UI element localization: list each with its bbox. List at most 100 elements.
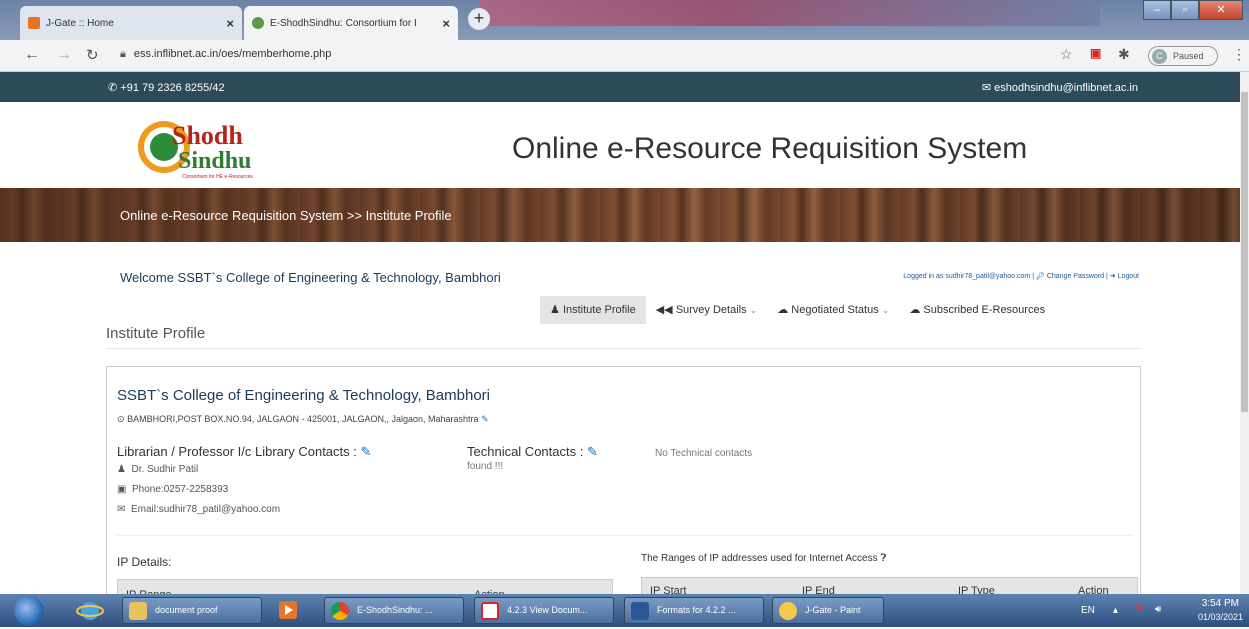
library-contacts-heading: Librarian / Professor I/c Library Contac… [117, 444, 371, 460]
phone-number: +91 79 2326 8255/42 [120, 82, 225, 94]
url-field[interactable]: 🔒︎ ess.inflibnet.ac.in/oes/memberhome.php [120, 48, 331, 61]
clock-time[interactable]: 3:54 PM [1202, 598, 1239, 609]
address-bar: ← → ↻ 🔒︎ ess.inflibnet.ac.in/oes/memberho… [0, 40, 1249, 72]
envelope-icon: ✉ [117, 504, 126, 515]
page-scrollbar[interactable] [1240, 72, 1249, 594]
media-player-icon[interactable] [272, 597, 304, 624]
contact-phone-text: Phone:0257-2258393 [132, 484, 229, 495]
main-menu: ♟ Institute Profile ◀◀ Survey Details ⌄ … [540, 296, 1055, 324]
back-icon[interactable]: ← [24, 46, 40, 64]
system-tray: EN ▴ ⚑ 🔊︎ 3:54 PM 01/03/2021 [1079, 594, 1249, 627]
forward-icon[interactable]: → [56, 46, 72, 64]
change-password-link[interactable]: Change Password [1047, 273, 1104, 280]
envelope-icon: ✉ [981, 82, 992, 94]
menu-label: Subscribed E-Resources [923, 304, 1046, 316]
account-links: Logged in as sudhir78_patil@yahoo.com | … [903, 273, 1139, 280]
bookmark-star-icon[interactable]: ☆ [1060, 46, 1073, 63]
key-icon: 🔑︎ [1035, 273, 1045, 280]
volume-icon[interactable]: 🔊︎ [1155, 604, 1161, 615]
folder-icon [129, 602, 147, 620]
action-center-icon[interactable]: ⚑ [1135, 604, 1144, 615]
url-text: ess.inflibnet.ac.in/oes/memberhome.php [133, 48, 332, 60]
jgate-favicon-icon [28, 17, 40, 29]
window-close-icon[interactable]: ✕ [1199, 0, 1243, 20]
taskbar-item-word[interactable]: Formats for 4.2.2 ... [624, 597, 764, 624]
profile-button[interactable]: C Paused [1148, 46, 1218, 66]
tab-title: J-Gate :: Home [46, 17, 114, 29]
menu-institute-profile[interactable]: ♟ Institute Profile [540, 296, 646, 324]
institute-name: SSBT`s College of Engineering & Technolo… [117, 387, 490, 404]
close-tab-icon[interactable]: × [226, 16, 234, 31]
contact-email: ✉ Email:sudhir78_patil@yahoo.com [117, 504, 280, 515]
menu-subscribed-eresources[interactable]: ☁ Subscribed E-Resources [899, 296, 1055, 324]
ip-ranges-title: The Ranges of IP addresses used for Inte… [641, 553, 878, 564]
scrollbar-thumb[interactable] [1241, 92, 1248, 412]
reload-icon[interactable]: ↻ [86, 46, 99, 64]
chevron-down-icon: ⌄ [881, 305, 890, 315]
survey-icon: ◀◀ [655, 304, 673, 316]
browser-tab-bar: J-Gate :: Home × E-ShodhSindhu: Consorti… [0, 0, 1249, 40]
start-button[interactable] [14, 596, 44, 626]
close-tab-icon[interactable]: × [442, 16, 450, 31]
maximize-icon[interactable]: ▫ [1171, 0, 1199, 20]
show-hidden-icons-icon[interactable]: ▴ [1113, 605, 1118, 616]
menu-label: Survey Details [675, 304, 747, 316]
chevron-down-icon: ⌄ [749, 305, 758, 315]
menu-survey-details[interactable]: ◀◀ Survey Details ⌄ [646, 296, 768, 324]
profile-avatar: C [1152, 49, 1167, 64]
site-header: Shodh Sindhu Consortium for HE e-Resourc… [0, 102, 1240, 188]
breadcrumb-banner: Online e-Resource Requisition System >> … [0, 188, 1240, 242]
word-icon [631, 602, 649, 620]
negotiated-icon: ☁ [777, 304, 789, 316]
welcome-message: Welcome SSBT`s College of Engineering & … [120, 270, 501, 285]
menu-negotiated-status[interactable]: ☁ Negotiated Status ⌄ [767, 296, 899, 324]
tab-title: E-ShodhSindhu: Consortium for I [270, 17, 417, 29]
eshodhsindhu-logo[interactable]: Shodh Sindhu Consortium for HE e-Resourc… [134, 114, 310, 180]
edit-library-contacts-icon[interactable]: ✎ [361, 444, 372, 459]
title-bar-glow [480, 0, 1100, 26]
institution-icon: ♟ [550, 304, 560, 316]
language-indicator[interactable]: EN [1081, 605, 1095, 616]
map-marker-icon: ⊙ [117, 414, 125, 424]
ie-icon[interactable] [74, 597, 106, 624]
browser-menu-icon[interactable]: ⋮ [1232, 46, 1246, 63]
task-label: document proof [155, 605, 218, 615]
contact-name: ♟ Dr. Sudhir Patil [117, 464, 198, 475]
ip-details-heading: IP Details: [117, 555, 172, 569]
menu-label: Negotiated Status [791, 304, 879, 316]
task-label: 4.2.3 View Docum... [507, 605, 588, 615]
email-address[interactable]: eshodhsindhu@inflibnet.ac.in [994, 82, 1138, 94]
technical-contacts-empty: No Technical contacts found !!! [467, 448, 753, 472]
contact-strip: ✆ +91 79 2326 8255/42 ✉ eshodhsindhu@inf… [0, 72, 1240, 102]
contact-email-text: Email:sudhir78_patil@yahoo.com [130, 504, 281, 515]
menu-label: Institute Profile [562, 304, 636, 316]
phone-contact: ✆ +91 79 2326 8255/42 [108, 81, 225, 94]
logout-icon: ➜ [1109, 273, 1116, 280]
taskbar-item-document-proof[interactable]: document proof [122, 597, 262, 624]
site-title: Online e-Resource Requisition System [512, 132, 1028, 165]
taskbar-item-chrome[interactable]: E-ShodhSindhu: ... [324, 597, 464, 624]
new-tab-button[interactable]: + [468, 8, 490, 30]
contact-name-text: Dr. Sudhir Patil [131, 464, 199, 475]
email-contact[interactable]: ✉ eshodhsindhu@inflibnet.ac.in [982, 81, 1138, 94]
window-controls: – ▫ ✕ [1143, 0, 1243, 20]
user-icon: ♟ [117, 464, 126, 475]
phone-square-icon: ▣ [117, 484, 127, 495]
lock-icon: 🔒︎ [120, 48, 126, 60]
chrome-icon [331, 602, 349, 620]
tab-eshodhsindhu[interactable]: E-ShodhSindhu: Consortium for I × [244, 6, 458, 40]
logout-link[interactable]: Logout [1118, 273, 1139, 280]
logged-in-text: Logged in as sudhir78_patil@yahoo.com | [903, 273, 1035, 280]
task-label: Formats for 4.2.2 ... [657, 605, 736, 615]
minimize-icon[interactable]: – [1143, 0, 1171, 20]
taskbar-item-pdf[interactable]: 4.2.3 View Docum... [474, 597, 614, 624]
clock-date[interactable]: 01/03/2021 [1198, 612, 1243, 622]
tab-jgate[interactable]: J-Gate :: Home × [20, 6, 242, 40]
extensions-icon[interactable]: ✱ [1118, 46, 1130, 63]
logo-tagline: Consortium for HE e-Resources [182, 174, 253, 180]
question-circle-icon[interactable]: ❓︎ [880, 553, 886, 564]
phone-icon: ✆ [108, 82, 118, 94]
pdf-extension-icon[interactable]: ▣ [1090, 46, 1101, 60]
edit-address-icon[interactable]: ✎ [481, 414, 489, 424]
taskbar-item-paint[interactable]: J-Gate - Paint [772, 597, 884, 624]
